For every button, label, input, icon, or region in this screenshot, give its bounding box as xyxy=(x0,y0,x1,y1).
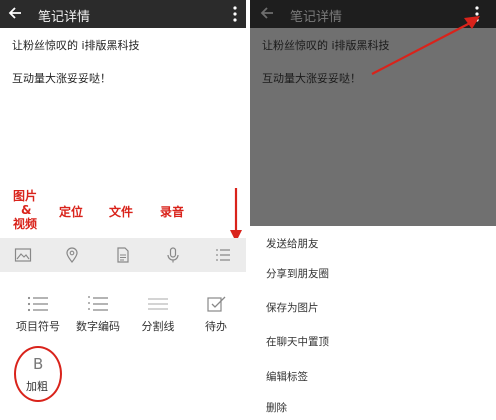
format-bold[interactable]: B 加粗 xyxy=(14,346,62,402)
page-title: 笔记详情 xyxy=(38,10,91,25)
format-bold-label: 加粗 xyxy=(26,380,48,393)
note-editor-panel: 笔记详情 让粉丝惊叹的 i排版黑科技 互动量大涨妥妥哒！ 图片 & 视频 定位 … xyxy=(0,0,246,420)
dimmed-overlay[interactable] xyxy=(250,0,496,226)
format-bullet-list[interactable]: 项目符号 xyxy=(10,296,66,334)
top-bar: 笔记详情 xyxy=(250,0,496,28)
annotation-location: 定位 xyxy=(59,205,84,219)
annotation-audio: 录音 xyxy=(160,205,185,219)
annotation-arrow-down xyxy=(230,188,242,242)
menu-item-send-friend[interactable]: 发送给朋友 xyxy=(266,236,319,251)
bold-icon: B xyxy=(33,355,44,373)
back-arrow-icon[interactable] xyxy=(6,4,24,22)
numbered-list-icon xyxy=(88,296,108,311)
back-arrow-icon[interactable] xyxy=(258,4,276,22)
bullet-list-icon xyxy=(27,296,48,312)
annotation-file: 文件 xyxy=(109,205,134,219)
format-numbered-list[interactable]: 数字编码 xyxy=(70,296,126,334)
format-bullet-label: 项目符号 xyxy=(16,320,60,333)
note-line-2[interactable]: 互动量大涨妥妥哒！ xyxy=(12,70,111,86)
format-divider[interactable]: 分割线 xyxy=(130,296,186,334)
annotation-video-text: 视频 xyxy=(13,217,38,231)
menu-item-pin-chat[interactable]: 在聊天中置顶 xyxy=(266,334,329,349)
location-pin-icon[interactable] xyxy=(63,246,81,264)
menu-item-share-moments[interactable]: 分享到朋友圈 xyxy=(266,266,329,281)
more-vertical-icon[interactable] xyxy=(474,5,480,23)
note-line-2: 互动量大涨妥妥哒！ xyxy=(262,72,361,85)
format-divider-label: 分割线 xyxy=(141,320,175,333)
more-vertical-icon[interactable] xyxy=(232,5,238,23)
annotation-image-video: 图片 & 视频 xyxy=(13,189,37,231)
top-bar: 笔记详情 xyxy=(0,0,246,28)
note-line-1: 让粉丝惊叹的 i排版黑科技 xyxy=(262,39,390,52)
format-todo[interactable]: 待办 xyxy=(188,296,244,334)
todo-checkbox-icon xyxy=(207,296,226,312)
menu-item-save-image[interactable]: 保存为图片 xyxy=(266,300,319,315)
image-icon[interactable] xyxy=(14,246,32,264)
divider-line-icon xyxy=(148,298,168,310)
annotation-ampersand: & xyxy=(21,203,32,217)
page-title: 笔记详情 xyxy=(290,10,343,25)
attachment-toolbar xyxy=(0,238,246,272)
format-todo-label: 待办 xyxy=(205,320,227,333)
format-numbered-label: 数字编码 xyxy=(76,320,120,333)
menu-item-delete[interactable]: 删除 xyxy=(266,400,287,415)
file-icon[interactable] xyxy=(114,246,132,264)
note-menu-panel: 笔记详情 让粉丝惊叹的 i排版黑科技 互动量大涨妥妥哒！ 发送给朋友 分享到朋友… xyxy=(250,0,496,420)
note-line-1[interactable]: 让粉丝惊叹的 i排版黑科技 xyxy=(12,37,140,53)
microphone-icon[interactable] xyxy=(164,246,182,264)
list-icon[interactable] xyxy=(214,246,232,264)
annotation-image-text: 图片 xyxy=(13,189,38,203)
menu-item-edit-tags[interactable]: 编辑标签 xyxy=(266,369,308,384)
